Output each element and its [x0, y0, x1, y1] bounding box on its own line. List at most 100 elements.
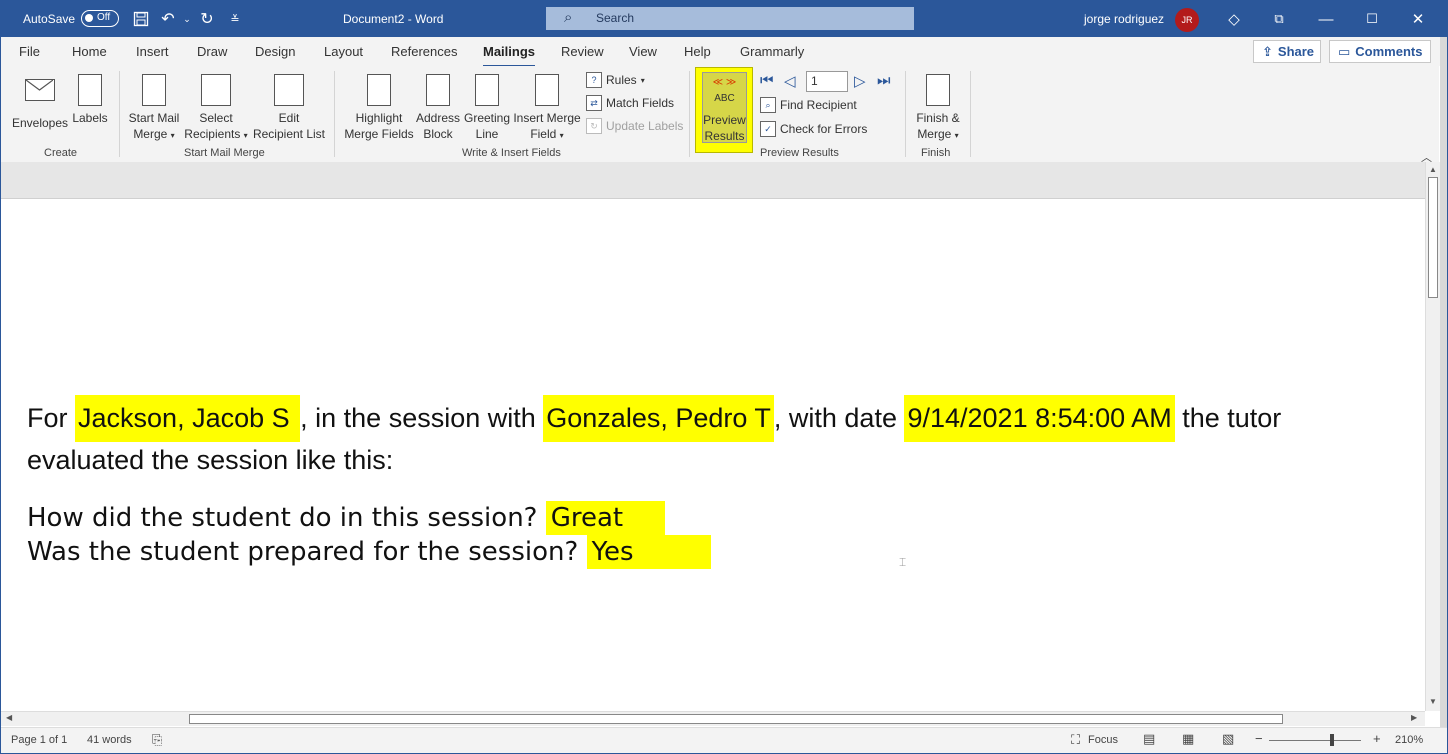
address-block-button[interactable]: Address Block	[414, 74, 462, 142]
print-layout-icon[interactable]: ▦	[1182, 731, 1194, 747]
find-recipient-icon: ⌕	[760, 97, 776, 113]
zoom-out-icon[interactable]: −	[1255, 731, 1263, 746]
envelopes-label: Envelopes	[11, 116, 69, 130]
zoom-level[interactable]: 210%	[1395, 734, 1423, 746]
document-page[interactable]: For Jackson, Jacob S , in the session wi…	[1, 199, 1425, 711]
focus-icon[interactable]: ⛶	[1071, 732, 1080, 748]
rules-icon: ?	[586, 72, 602, 88]
customize-toolbar-icon[interactable]: ≚	[225, 9, 245, 29]
text-session-with: , in the session with	[300, 403, 544, 433]
rules-button[interactable]: ? Rules ▾	[586, 72, 645, 88]
tab-mailings[interactable]: Mailings	[483, 44, 536, 68]
labels-button[interactable]: Labels	[71, 74, 109, 126]
match-fields-label: Match Fields	[606, 96, 675, 110]
labels-icon	[78, 74, 102, 106]
preview-arrows-icon: ≪ ≫	[712, 77, 737, 88]
abc-icon: ABC	[714, 93, 735, 104]
horizontal-scroll-thumb[interactable]	[189, 714, 1283, 724]
previous-record-icon[interactable]: ◁	[784, 72, 796, 90]
question-1-text: How did the student do in this session?	[27, 503, 546, 533]
ribbon-tabs: File Home Insert Draw Design Layout Refe…	[1, 37, 1447, 68]
greeting-line-icon	[475, 74, 499, 106]
comments-button[interactable]: ▭ Comments	[1329, 40, 1431, 63]
autosave-toggle[interactable]: Off	[81, 10, 119, 27]
vertical-scroll-thumb[interactable]	[1428, 177, 1438, 298]
envelopes-button[interactable]: Envelopes	[11, 74, 69, 131]
check-for-errors-button[interactable]: ✓ Check for Errors	[760, 121, 867, 137]
preview-results-label-2: Results	[704, 129, 745, 143]
tab-grammarly[interactable]: Grammarly	[740, 44, 804, 59]
greeting-line-label-1: Greeting	[463, 111, 511, 125]
preview-results-label-1: Preview	[703, 113, 746, 127]
tab-help[interactable]: Help	[684, 44, 711, 59]
focus-label[interactable]: Focus	[1088, 734, 1118, 746]
proofing-icon[interactable]: ⎘	[152, 732, 162, 748]
tab-references[interactable]: References	[391, 44, 457, 59]
tab-home[interactable]: Home	[72, 44, 107, 59]
tab-insert[interactable]: Insert	[136, 44, 169, 59]
web-layout-icon[interactable]: ▧	[1222, 731, 1234, 747]
finish-merge-label-1: Finish &	[916, 111, 960, 125]
scroll-down-icon[interactable]: ▼	[1427, 697, 1439, 706]
group-label-write-insert: Write & Insert Fields	[462, 147, 561, 159]
undo-dropdown-icon[interactable]: ⌄	[177, 9, 197, 29]
zoom-in-icon[interactable]: +	[1373, 731, 1381, 746]
zoom-slider-thumb[interactable]	[1330, 734, 1334, 746]
comments-label: Comments	[1355, 44, 1423, 59]
comment-icon: ▭	[1338, 43, 1351, 59]
tab-review[interactable]: Review	[561, 44, 604, 59]
highlight-merge-fields-button[interactable]: Highlight Merge Fields	[343, 74, 415, 142]
find-recipient-button[interactable]: ⌕ Find Recipient	[760, 97, 857, 113]
horizontal-scrollbar[interactable]: ◀ ▶	[1, 711, 1425, 726]
doc-line-2: evaluated the session like this:	[27, 445, 394, 475]
tab-draw[interactable]: Draw	[197, 44, 227, 59]
last-record-icon[interactable]: ⏭	[877, 72, 891, 89]
mailings-ribbon: Envelopes Labels Create Start Mail Merge…	[1, 66, 1439, 164]
insert-merge-field-button[interactable]: Insert Merge Field ▾	[512, 74, 582, 144]
undo-icon[interactable]: ↶	[158, 9, 178, 29]
merge-field-answer-2: Yes	[586, 535, 711, 569]
maximize-icon[interactable]: ☐	[1360, 7, 1384, 31]
start-mail-merge-button[interactable]: Start Mail Merge ▾	[125, 74, 183, 144]
tab-file[interactable]: File	[19, 44, 40, 59]
tab-layout[interactable]: Layout	[324, 44, 363, 59]
zoom-slider[interactable]	[1269, 740, 1361, 741]
find-recipient-label: Find Recipient	[780, 98, 857, 112]
save-icon[interactable]	[131, 9, 151, 29]
doc-line-1: For Jackson, Jacob S , in the session wi…	[27, 395, 1281, 442]
tab-design[interactable]: Design	[255, 44, 295, 59]
select-recipients-button[interactable]: Select Recipients ▾	[183, 74, 249, 144]
redo-icon[interactable]: ↻	[197, 9, 217, 29]
greeting-line-button[interactable]: Greeting Line	[462, 74, 512, 142]
preview-results-button[interactable]: ≪ ≫ ABC Preview Results	[702, 72, 747, 143]
edit-recipient-list-button[interactable]: Edit Recipient List	[252, 74, 326, 142]
diamond-icon[interactable]: ◇	[1222, 7, 1246, 31]
finish-merge-button[interactable]: Finish & Merge ▾	[909, 74, 967, 144]
text-for: For	[27, 403, 76, 433]
tab-view[interactable]: View	[629, 44, 657, 59]
ribbon-display-options-icon[interactable]: ⧉	[1267, 7, 1291, 31]
scroll-left-icon[interactable]: ◀	[6, 713, 12, 722]
vertical-scrollbar[interactable]: ▲ ▼	[1425, 162, 1440, 711]
read-mode-icon[interactable]: ▤	[1143, 731, 1155, 747]
scroll-right-icon[interactable]: ▶	[1411, 713, 1417, 722]
word-count[interactable]: 41 words	[87, 734, 132, 746]
check-errors-icon: ✓	[760, 121, 776, 137]
select-recipients-label-2: Recipients	[184, 127, 241, 141]
record-number-input[interactable]: 1	[806, 71, 848, 92]
next-record-icon[interactable]: ▷	[854, 72, 866, 90]
user-name[interactable]: jorge rodriguez	[1084, 12, 1164, 26]
scroll-up-icon[interactable]: ▲	[1427, 165, 1439, 174]
minimize-icon[interactable]: —	[1314, 7, 1338, 31]
select-recipients-label-1: Select	[199, 111, 233, 125]
edit-recipient-list-label-1: Edit	[278, 111, 300, 125]
edit-list-icon	[274, 74, 304, 106]
first-record-icon[interactable]: ⏮	[760, 72, 774, 89]
share-button[interactable]: ⇪ Share	[1253, 40, 1321, 63]
match-fields-button[interactable]: ⇄ Match Fields	[586, 95, 674, 111]
avatar[interactable]: JR	[1175, 8, 1199, 32]
close-icon[interactable]: ✕	[1406, 7, 1430, 31]
update-labels-button[interactable]: ↻ Update Labels	[586, 118, 683, 134]
page-count[interactable]: Page 1 of 1	[11, 734, 67, 746]
search-box[interactable]: ⌕ Search	[546, 7, 914, 30]
